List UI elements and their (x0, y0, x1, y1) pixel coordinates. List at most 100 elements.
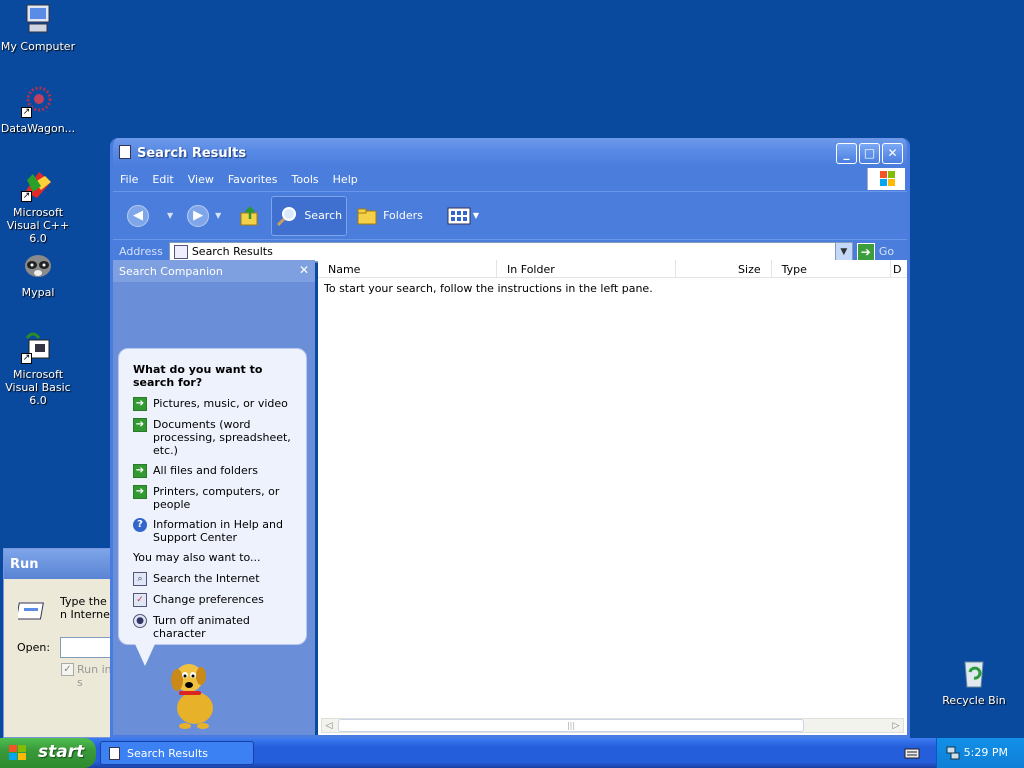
desktop-icon-recycle-bin[interactable]: Recycle Bin (934, 656, 1014, 707)
option-label: Printers, computers, or people (153, 485, 280, 511)
content-area: Search Companion ✕ What do you want to s… (113, 260, 907, 735)
menu-bar: File Edit View Favorites Tools Help (113, 167, 907, 191)
search-question: What do you want to search for? (133, 363, 263, 389)
menu-favorites[interactable]: Favorites (221, 173, 285, 186)
column-header-in-folder[interactable]: In Folder (497, 260, 677, 277)
option-turn-off-character[interactable]: ● Turn off animated character (133, 614, 292, 640)
column-header-name[interactable]: Name (318, 260, 498, 277)
go-button[interactable]: ➔ Go (856, 242, 894, 261)
green-arrow-icon: ➔ (133, 397, 147, 411)
option-help-center[interactable]: ? Information in Help and Support Center (133, 518, 292, 544)
back-dropdown-icon[interactable]: ▼ (167, 211, 173, 220)
up-folder-button[interactable] (235, 196, 265, 236)
windows-flag-icon (8, 744, 28, 762)
balloon-tail (135, 644, 155, 666)
menu-file[interactable]: File (113, 173, 145, 186)
column-headers: Name In Folder Size Type D (318, 260, 907, 278)
keyboard-icon[interactable] (904, 746, 920, 760)
visual-cpp-icon: ↗ (21, 168, 55, 202)
menu-help[interactable]: Help (326, 173, 365, 186)
shortcut-arrow-icon: ↗ (21, 191, 32, 202)
column-header-type[interactable]: Type (772, 260, 892, 277)
address-value: Search Results (191, 245, 273, 258)
column-header-date[interactable]: D (891, 260, 907, 277)
maximize-button[interactable]: □ (859, 143, 880, 164)
clock: 5:29 PM (963, 746, 1008, 759)
close-pane-icon[interactable]: ✕ (299, 263, 309, 277)
option-printers[interactable]: ➔ Printers, computers, or people (133, 485, 292, 511)
up-folder-icon (240, 205, 258, 225)
run-icon (15, 599, 48, 623)
results-pane: Name In Folder Size Type D To start your… (318, 260, 907, 735)
start-label: start (38, 742, 85, 762)
horizontal-scrollbar[interactable]: ◁ ||| ▷ (321, 718, 904, 733)
option-change-preferences[interactable]: ✓ Change preferences (133, 593, 292, 607)
desktop-icon-visual-basic[interactable]: ↗ Microsoft Visual Basic 6.0 (0, 330, 78, 407)
shortcut-arrow-icon: ↗ (21, 353, 32, 364)
green-arrow-icon: ➔ (133, 464, 147, 478)
run-checkbox[interactable]: ✓ (61, 663, 74, 676)
option-all-files[interactable]: ➔ All files and folders (133, 464, 292, 478)
search-dog-character-icon[interactable] (165, 658, 225, 730)
scroll-left-icon[interactable]: ◁ (322, 721, 336, 731)
option-label: Information in Help and Support Center (153, 518, 283, 544)
search-icon (277, 206, 297, 226)
column-header-size[interactable]: Size (676, 260, 772, 277)
search-results-icon (173, 244, 188, 259)
windows-logo-icon (867, 168, 905, 190)
go-arrow-icon: ➔ (856, 242, 875, 261)
document-icon (109, 747, 120, 760)
taskbar: start Search Results 5:29 PM (0, 738, 1024, 768)
search-results-window[interactable]: Search Results _ □ ✕ File Edit View Favo… (110, 138, 910, 738)
option-pictures[interactable]: ➔ Pictures, music, or video (133, 397, 292, 411)
task-label: Search Results (127, 747, 209, 760)
datawagon-icon: ↗ (21, 84, 55, 118)
run-dialog[interactable]: Run Type the n Internet re Open: ✓ Run i… (3, 548, 119, 738)
close-button[interactable]: ✕ (882, 143, 903, 164)
back-arrow-icon: ◀ (127, 204, 149, 227)
run-description: Type the n Internet re (60, 595, 115, 623)
scroll-right-icon[interactable]: ▷ (889, 721, 903, 731)
menu-edit[interactable]: Edit (145, 173, 180, 186)
desktop-icon-datawagon[interactable]: ↗ DataWagon... (0, 84, 78, 135)
address-input[interactable]: Search Results ▼ (168, 241, 853, 262)
views-grid-icon (447, 207, 471, 224)
green-arrow-icon: ➔ (133, 485, 147, 499)
taskbar-item-search-results[interactable]: Search Results (100, 741, 254, 765)
computer-icon (21, 2, 55, 36)
forward-dropdown-icon[interactable]: ▼ (215, 211, 221, 220)
desktop-icon-label: DataWagon... (0, 122, 76, 135)
search-button-label: Search (304, 209, 343, 222)
views-button[interactable]: ▼ (443, 196, 483, 236)
option-search-internet[interactable]: ⌕ Search the Internet (133, 572, 292, 586)
option-label: Search the Internet (153, 572, 260, 585)
desktop-icon-mypal[interactable]: Mypal (0, 248, 78, 299)
search-internet-icon: ⌕ (133, 572, 147, 586)
menu-tools[interactable]: Tools (285, 173, 326, 186)
also-label: You may also want to... (133, 551, 261, 564)
menu-view[interactable]: View (181, 173, 221, 186)
run-open-label: Open: (17, 641, 51, 654)
desktop-icon-my-computer[interactable]: My Computer (0, 2, 78, 53)
window-title: Search Results (137, 146, 247, 161)
start-button[interactable]: start (0, 738, 96, 768)
folders-button[interactable]: Folders (353, 196, 427, 236)
toolbar: ◀ ▼ ▶ ▼ Search Folders ▼ (113, 191, 907, 239)
address-label: Address (119, 245, 163, 258)
network-icon[interactable] (945, 745, 961, 761)
window-titlebar[interactable]: Search Results _ □ ✕ (113, 138, 907, 167)
desktop-icon-visual-cpp[interactable]: ↗ Microsoft Visual C++ 6.0 (0, 168, 78, 245)
option-label: All files and folders (153, 464, 258, 477)
option-documents[interactable]: ➔ Documents (word processing, spreadshee… (133, 418, 292, 457)
minimize-button[interactable]: _ (836, 143, 857, 164)
mypal-raccoon-icon (21, 248, 55, 282)
run-dialog-title: Run (4, 549, 118, 579)
forward-arrow-icon: ▶ (187, 204, 210, 227)
forward-button[interactable]: ▶ ▼ (183, 196, 229, 236)
desktop-icon-label: Mypal (21, 286, 55, 299)
back-button[interactable]: ◀ ▼ (123, 196, 187, 236)
pane-title: Search Companion (119, 265, 223, 278)
scroll-thumb[interactable]: ||| (338, 719, 804, 732)
search-button[interactable]: Search (271, 195, 348, 236)
address-dropdown-icon[interactable]: ▼ (834, 242, 852, 261)
